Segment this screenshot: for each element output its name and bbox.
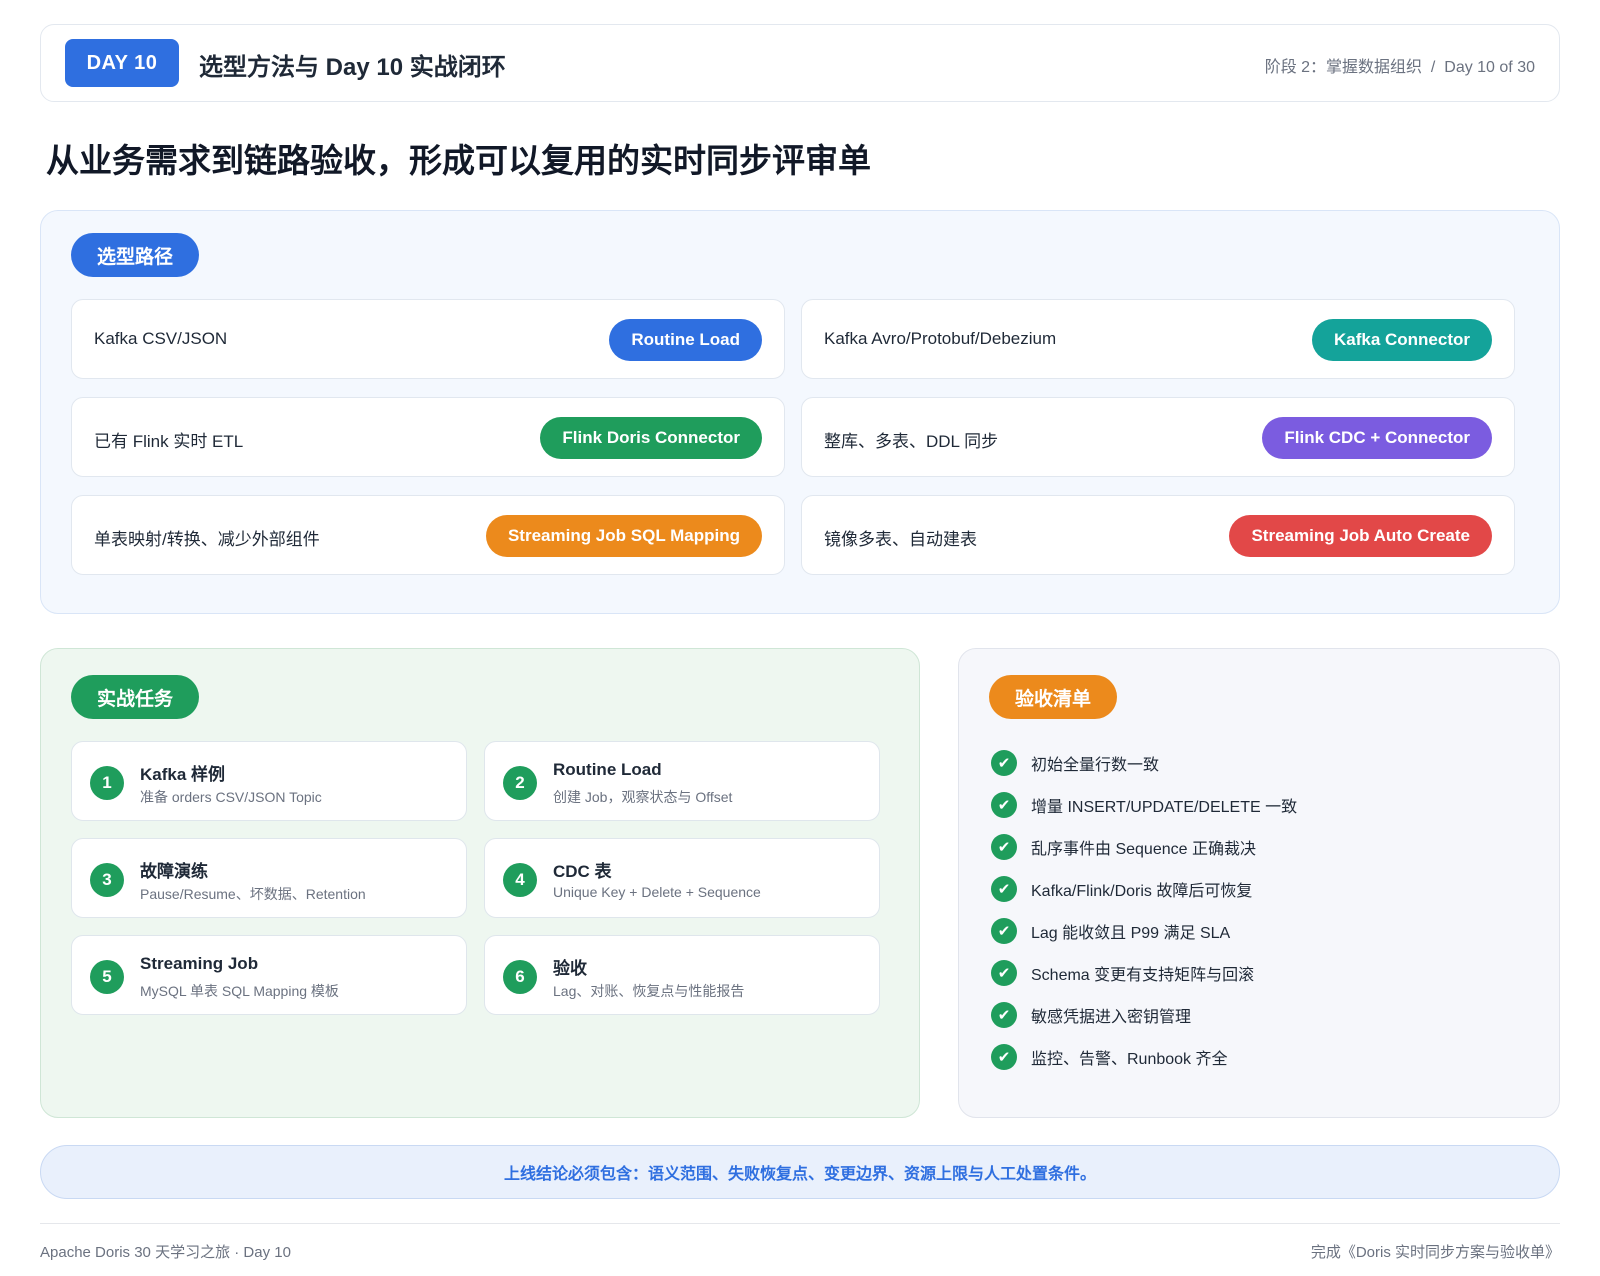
footer-series-title: Apache Doris 30 天学习之旅 · Day 10 [40, 1244, 291, 1261]
task-number-badge: 6 [503, 960, 537, 994]
checklist-item: ✔ 初始全量行数一致 [991, 749, 1159, 777]
task-title: 故障演练 [140, 862, 208, 881]
header-bar: DAY 10 选型方法与 Day 10 实战闭环 阶段 2：掌握数据组织 / D… [40, 24, 1560, 102]
page-headline: 从业务需求到链路验收，形成可以复用的实时同步评审单 [46, 142, 871, 179]
footer-divider [40, 1223, 1560, 1224]
task-number-badge: 5 [90, 960, 124, 994]
checklist-item: ✔ 增量 INSERT/UPDATE/DELETE 一致 [991, 791, 1297, 819]
task-description: Pause/Resume、坏数据、Retention [140, 886, 366, 902]
task-description: 准备 orders CSV/JSON Topic [140, 789, 322, 805]
path-tool-badge: Flink Doris Connector [540, 417, 762, 459]
task-card: 3 故障演练 Pause/Resume、坏数据、Retention [71, 838, 467, 918]
checklist-item-text: 增量 INSERT/UPDATE/DELETE 一致 [1031, 799, 1298, 816]
acceptance-checklist-label: 验收清单 [989, 675, 1118, 719]
task-number-badge: 4 [503, 863, 537, 897]
check-icon: ✔ [991, 1002, 1017, 1028]
task-description: 创建 Job，观察状态与 Offset [553, 789, 733, 805]
task-number-badge: 3 [90, 863, 124, 897]
task-number-badge: 2 [503, 766, 537, 800]
path-tool-badge: Routine Load [609, 319, 762, 361]
task-title: Streaming Job [140, 954, 259, 973]
task-number-badge: 1 [90, 766, 124, 800]
task-title: Routine Load [553, 760, 662, 779]
task-card: 4 CDC 表 Unique Key + Delete + Sequence [484, 838, 880, 918]
checklist-item-text: 乱序事件由 Sequence 正确裁决 [1031, 841, 1256, 858]
checklist-item: ✔ Lag 能收敛且 P99 满足 SLA [991, 917, 1230, 945]
task-title: Kafka 样例 [140, 765, 226, 784]
checklist-item-text: 初始全量行数一致 [1031, 757, 1160, 774]
checklist-item: ✔ 敏感凭据进入密钥管理 [991, 1001, 1191, 1029]
check-icon: ✔ [991, 834, 1017, 860]
path-condition: Kafka Avro/Protobuf/Debezium [824, 329, 1057, 348]
path-card: 镜像多表、自动建表 Streaming Job Auto Create [801, 495, 1515, 575]
task-description: MySQL 单表 SQL Mapping 模板 [140, 983, 339, 999]
task-card: 6 验收 Lag、对账、恢复点与性能报告 [484, 935, 880, 1015]
path-condition: 已有 Flink 实时 ETL [94, 432, 244, 451]
path-condition: 镜像多表、自动建表 [824, 530, 977, 549]
conclusion-banner: 上线结论必须包含：语义范围、失败恢复点、变更边界、资源上限与人工处置条件。 [40, 1145, 1560, 1199]
task-title: 验收 [553, 959, 587, 978]
footer-deliverable: 完成《Doris 实时同步方案与验收单》 [1310, 1244, 1560, 1261]
path-card: 已有 Flink 实时 ETL Flink Doris Connector [71, 397, 785, 477]
check-icon: ✔ [991, 750, 1017, 776]
task-card: 1 Kafka 样例 准备 orders CSV/JSON Topic [71, 741, 467, 821]
task-title: CDC 表 [553, 862, 612, 881]
checklist-item: ✔ Kafka/Flink/Doris 故障后可恢复 [991, 875, 1252, 903]
day-badge: DAY 10 [65, 39, 179, 87]
path-tool-badge: Streaming Job Auto Create [1229, 515, 1492, 557]
checklist-item-text: 监控、告警、Runbook 齐全 [1031, 1051, 1228, 1068]
acceptance-checklist-panel: 验收清单 ✔ 初始全量行数一致 ✔ 增量 INSERT/UPDATE/DELET… [958, 648, 1560, 1118]
check-icon: ✔ [991, 792, 1017, 818]
task-card: 2 Routine Load 创建 Job，观察状态与 Offset [484, 741, 880, 821]
header-title: 选型方法与 Day 10 实战闭环 [199, 54, 506, 81]
path-tool-badge: Flink CDC + Connector [1262, 417, 1492, 459]
task-description: Unique Key + Delete + Sequence [553, 884, 761, 900]
check-icon: ✔ [991, 918, 1017, 944]
task-description: Lag、对账、恢复点与性能报告 [553, 983, 745, 999]
selection-path-panel: 选型路径 Kafka CSV/JSON Routine Load Kafka A… [40, 210, 1560, 614]
path-condition: 整库、多表、DDL 同步 [824, 432, 999, 451]
checklist-item: ✔ Schema 变更有支持矩阵与回滚 [991, 959, 1254, 987]
path-card: 整库、多表、DDL 同步 Flink CDC + Connector [801, 397, 1515, 477]
practice-tasks-label: 实战任务 [71, 675, 200, 719]
selection-path-label: 选型路径 [71, 233, 200, 277]
checklist-item-text: Kafka/Flink/Doris 故障后可恢复 [1031, 883, 1253, 900]
path-tool-badge: Kafka Connector [1311, 319, 1492, 361]
path-condition: 单表映射/转换、减少外部组件 [94, 530, 320, 549]
progress-breadcrumb: 阶段 2：掌握数据组织 / Day 10 of 30 [1264, 59, 1535, 76]
check-icon: ✔ [991, 1044, 1017, 1070]
check-icon: ✔ [991, 876, 1017, 902]
path-condition: Kafka CSV/JSON [94, 329, 228, 348]
path-card: Kafka CSV/JSON Routine Load [71, 299, 785, 379]
checklist-item-text: Lag 能收敛且 P99 满足 SLA [1031, 925, 1231, 942]
checklist-item-text: 敏感凭据进入密钥管理 [1031, 1009, 1192, 1026]
check-icon: ✔ [991, 960, 1017, 986]
checklist-item: ✔ 乱序事件由 Sequence 正确裁决 [991, 833, 1256, 861]
task-card: 5 Streaming Job MySQL 单表 SQL Mapping 模板 [71, 935, 467, 1015]
path-card: Kafka Avro/Protobuf/Debezium Kafka Conne… [801, 299, 1515, 379]
path-tool-badge: Streaming Job SQL Mapping [485, 515, 762, 557]
checklist-item: ✔ 监控、告警、Runbook 齐全 [991, 1043, 1228, 1071]
checklist-item-text: Schema 变更有支持矩阵与回滚 [1031, 967, 1255, 984]
path-card: 单表映射/转换、减少外部组件 Streaming Job SQL Mapping [71, 495, 785, 575]
practice-tasks-panel: 实战任务 1 Kafka 样例 准备 orders CSV/JSON Topic… [40, 648, 920, 1118]
